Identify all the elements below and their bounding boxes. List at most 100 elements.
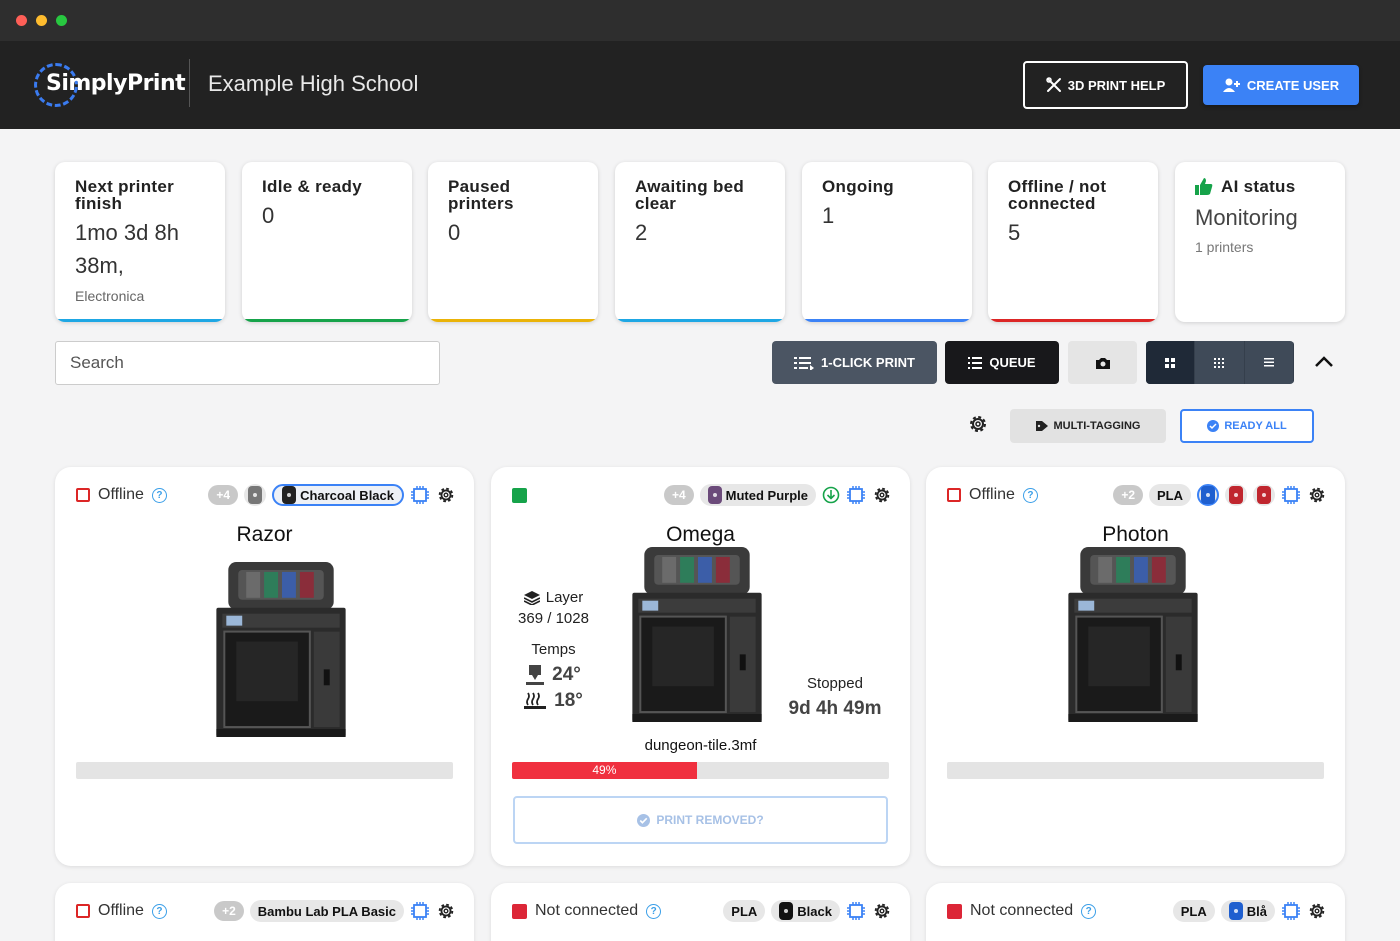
download-circle-icon[interactable] bbox=[822, 486, 840, 504]
more-filaments-badge[interactable]: +4 bbox=[663, 485, 694, 505]
gear-icon[interactable] bbox=[872, 485, 892, 505]
printer-card-photon[interactable]: Offline ? +2 PLA Photon bbox=[926, 467, 1345, 866]
stat-ai-status[interactable]: AI status Monitoring 1 printers bbox=[1175, 162, 1345, 322]
more-filaments-badge[interactable]: +4 bbox=[208, 485, 239, 505]
stat-awaiting-bed-clear[interactable]: Awaiting bed clear 2 bbox=[615, 162, 785, 322]
help-icon[interactable]: ? bbox=[1081, 903, 1097, 919]
material-pill[interactable]: PLA bbox=[723, 900, 766, 922]
stat-title: Awaiting bed clear bbox=[635, 177, 745, 213]
status-label: Not connected bbox=[535, 902, 639, 919]
filament-area: +4 Charcoal Black bbox=[208, 484, 456, 506]
gear-icon[interactable] bbox=[1307, 485, 1327, 505]
print-info: Layer 369 / 1028 Temps 24° 18° bbox=[511, 589, 596, 712]
ai-chip-icon[interactable] bbox=[846, 485, 866, 505]
help-icon[interactable]: ? bbox=[151, 487, 167, 503]
printer-status: Offline ? bbox=[76, 902, 167, 920]
material-pill[interactable]: PLA bbox=[1172, 900, 1215, 922]
material-name: PLA bbox=[1180, 903, 1207, 919]
gear-icon[interactable] bbox=[872, 901, 892, 921]
window-titlebar bbox=[0, 0, 1400, 41]
view-large-grid-button[interactable] bbox=[1146, 341, 1196, 384]
one-click-print-label: 1-CLICK PRINT bbox=[821, 355, 915, 370]
queue-button[interactable]: QUEUE bbox=[945, 341, 1059, 384]
printer-name: Omega bbox=[666, 523, 735, 546]
printer-card-omega[interactable]: +4 Muted Purple Omega Layer 369 / 1028 T… bbox=[491, 467, 910, 866]
collapse-toolbar-button[interactable] bbox=[1312, 350, 1336, 374]
filament-pill[interactable]: Black bbox=[771, 900, 840, 922]
minimize-window-button[interactable] bbox=[36, 15, 47, 26]
filament-spool[interactable] bbox=[1253, 484, 1275, 506]
more-filaments-badge[interactable]: +2 bbox=[1113, 485, 1143, 505]
filament-spool[interactable] bbox=[1197, 484, 1219, 506]
select-checkbox[interactable] bbox=[76, 904, 90, 918]
multi-tagging-button[interactable]: MULTI-TAGGING bbox=[1010, 409, 1166, 443]
view-list-button[interactable] bbox=[1245, 341, 1294, 384]
printer-card-bambu[interactable]: Offline ? +2 Bambu Lab PLA Basic bbox=[55, 883, 474, 941]
printer-card-razor[interactable]: Offline ? +4 Charcoal Black Razor bbox=[55, 467, 474, 866]
maximize-window-button[interactable] bbox=[56, 15, 67, 26]
filament-name: PLA bbox=[1157, 487, 1183, 503]
ai-chip-icon[interactable] bbox=[410, 901, 430, 921]
printer-card-bla[interactable]: Not connected ? PLA Blå bbox=[926, 883, 1345, 941]
filament-spool[interactable] bbox=[244, 484, 267, 506]
create-user-button[interactable]: CREATE USER bbox=[1203, 65, 1359, 105]
layer-value: 369 / 1028 bbox=[518, 610, 589, 627]
print-filename[interactable]: dungeon-tile.3mf bbox=[491, 737, 910, 754]
select-checkbox[interactable] bbox=[512, 903, 527, 919]
stat-idle-ready[interactable]: Idle & ready 0 bbox=[242, 162, 412, 322]
status-label: Offline bbox=[969, 486, 1015, 503]
search-input[interactable] bbox=[55, 341, 440, 385]
print-help-button[interactable]: 3D PRINT HELP bbox=[1023, 61, 1188, 109]
ai-chip-icon[interactable] bbox=[1281, 901, 1301, 921]
select-checkbox[interactable] bbox=[947, 903, 962, 919]
stat-offline[interactable]: Offline / not connected 5 bbox=[988, 162, 1158, 322]
stat-paused[interactable]: Paused printers 0 bbox=[428, 162, 598, 322]
printer-status: Offline ? bbox=[947, 486, 1038, 504]
gear-icon[interactable] bbox=[1307, 901, 1327, 921]
close-window-button[interactable] bbox=[16, 15, 27, 26]
stat-sub: Electronica bbox=[75, 288, 145, 304]
settings-button[interactable] bbox=[967, 413, 989, 440]
gear-icon[interactable] bbox=[436, 901, 456, 921]
stat-title: Next printer finish bbox=[75, 177, 175, 213]
one-click-print-button[interactable]: 1-CLICK PRINT bbox=[772, 341, 937, 384]
spool-icon bbox=[282, 486, 297, 504]
list-view-icon bbox=[1263, 358, 1274, 367]
printer-status: Not connected ? bbox=[512, 902, 662, 920]
card-header: Offline ? +4 Charcoal Black bbox=[76, 482, 456, 508]
ai-chip-icon[interactable] bbox=[1281, 485, 1301, 505]
print-removed-button[interactable]: PRINT REMOVED? bbox=[513, 796, 888, 844]
select-checkbox[interactable] bbox=[947, 488, 961, 502]
help-icon[interactable]: ? bbox=[646, 903, 662, 919]
printer-image bbox=[632, 547, 762, 722]
temps-label: Temps bbox=[531, 641, 576, 658]
view-small-grid-button[interactable] bbox=[1195, 341, 1245, 384]
filament-spool[interactable] bbox=[1225, 484, 1247, 506]
bed-temp: 18° bbox=[554, 690, 583, 711]
simplyprint-logo[interactable]: SimplyPrint bbox=[34, 63, 186, 107]
select-checkbox[interactable] bbox=[512, 487, 527, 503]
camera-button[interactable] bbox=[1068, 341, 1137, 384]
filament-pill[interactable]: PLA bbox=[1149, 484, 1191, 506]
stat-next-finish[interactable]: Next printer finish 1mo 3d 8h 38m, Elect… bbox=[55, 162, 225, 322]
help-icon[interactable]: ? bbox=[1022, 487, 1038, 503]
filament-pill[interactable]: Bambu Lab PLA Basic bbox=[249, 900, 404, 922]
stat-title: Ongoing bbox=[822, 177, 894, 196]
more-filaments-badge[interactable]: +2 bbox=[214, 901, 244, 921]
gear-icon[interactable] bbox=[436, 485, 456, 505]
card-header: Not connected ? PLA Blå bbox=[947, 898, 1327, 924]
ai-chip-icon[interactable] bbox=[846, 901, 866, 921]
stat-ongoing[interactable]: Ongoing 1 bbox=[802, 162, 972, 322]
filament-pill[interactable]: Charcoal Black bbox=[272, 484, 404, 506]
filament-pill[interactable]: Blå bbox=[1220, 900, 1275, 922]
filament-pill[interactable]: Muted Purple bbox=[699, 484, 816, 506]
help-icon[interactable]: ? bbox=[151, 903, 167, 919]
select-checkbox[interactable] bbox=[76, 488, 90, 502]
ai-chip-icon[interactable] bbox=[410, 485, 430, 505]
printer-card-black[interactable]: Not connected ? PLA Black bbox=[491, 883, 910, 941]
stat-title: Offline / not connected bbox=[1008, 177, 1107, 213]
thumbs-up-icon bbox=[1195, 178, 1213, 195]
ready-all-button[interactable]: READY ALL bbox=[1180, 409, 1314, 443]
large-grid-icon bbox=[1165, 357, 1176, 368]
card-header: +4 Muted Purple bbox=[512, 482, 892, 508]
